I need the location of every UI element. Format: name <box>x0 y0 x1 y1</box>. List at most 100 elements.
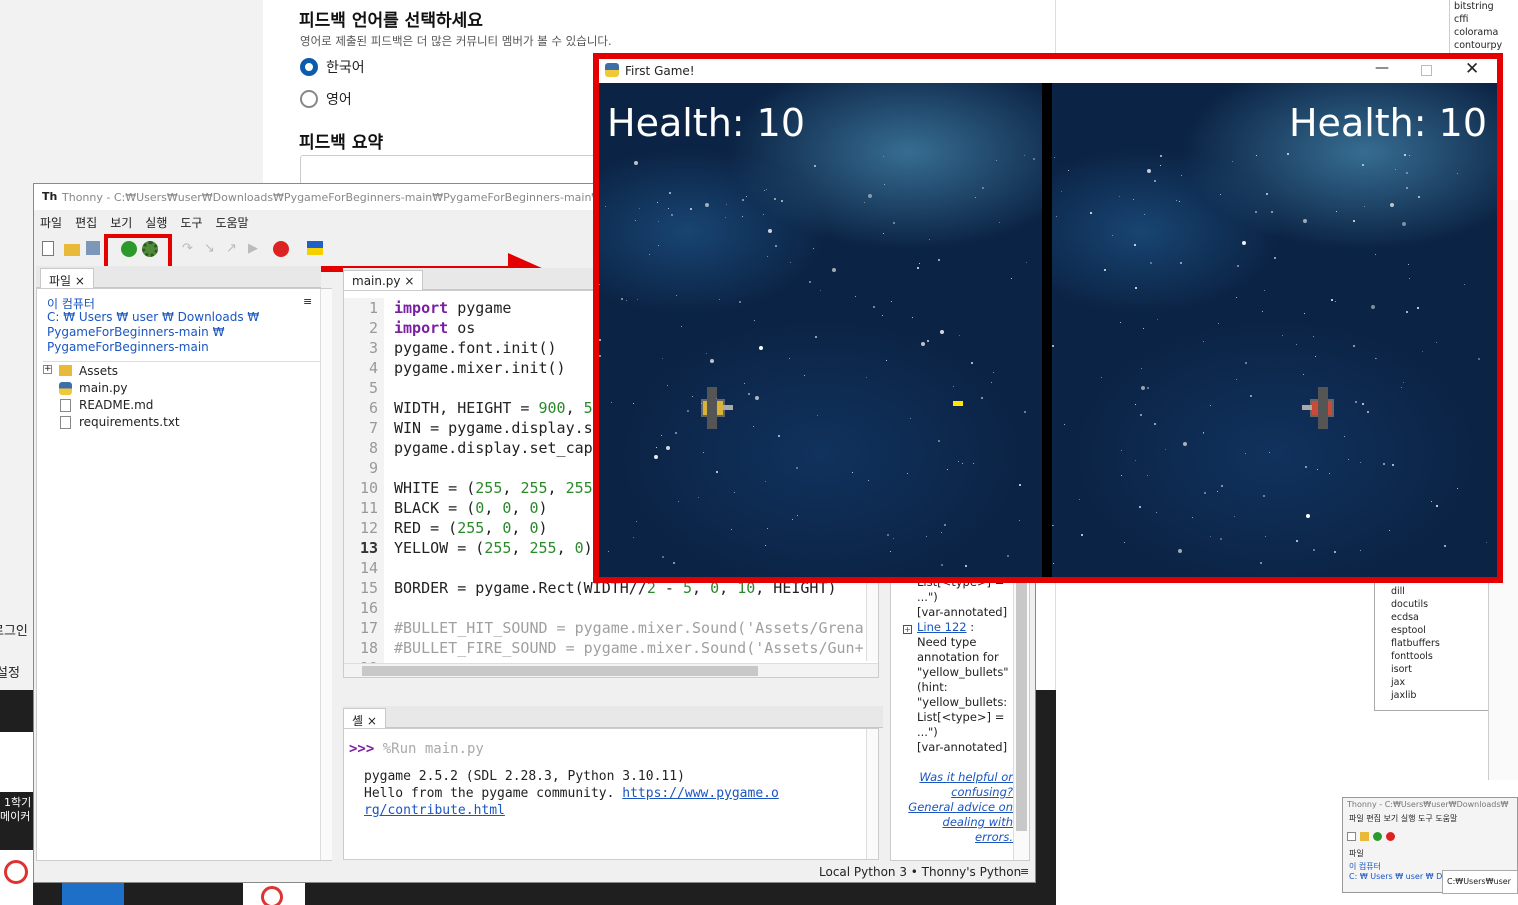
star <box>1303 219 1307 223</box>
star <box>1376 358 1377 359</box>
sidebar-settings[interactable]: 설정 <box>0 662 20 681</box>
general-advice-link[interactable]: General advice on dealing with errors. <box>908 800 1013 845</box>
pdf-icon-2[interactable] <box>243 882 305 905</box>
status-menu-icon[interactable]: ≡ <box>1020 865 1029 878</box>
package-item[interactable]: fonttools <box>1391 650 1500 663</box>
editor-tab-main[interactable]: main.py × <box>343 270 424 291</box>
star <box>633 403 634 404</box>
pygame-contribute-link-cont[interactable]: rg/contribute.html <box>364 803 505 818</box>
radio-korean[interactable]: 한국어 <box>300 57 365 77</box>
package-item[interactable]: jaxlib <box>1391 689 1500 702</box>
step-into-icon[interactable]: ↘ <box>204 241 220 257</box>
star <box>938 440 940 442</box>
package-item[interactable]: docutils <box>1391 598 1500 611</box>
star <box>621 298 623 300</box>
package-item[interactable]: flatbuffers <box>1391 637 1500 650</box>
file-item-main[interactable]: main.py <box>79 381 128 395</box>
advice-link-text: dealing with <box>942 815 1013 829</box>
package-item[interactable]: contourpy <box>1454 39 1518 52</box>
star <box>1296 344 1297 345</box>
expand-icon[interactable]: + <box>903 625 912 634</box>
game-titlebar[interactable]: First Game! — ✕ <box>599 59 1497 83</box>
path-drive-link[interactable]: C: ₩ Users ₩ user ₩ Downloads ₩ <box>47 310 259 324</box>
interpreter-status[interactable]: Local Python 3 • Thonny's Python <box>819 865 1021 879</box>
sidebar-login[interactable]: 로그인 <box>0 620 28 639</box>
file-item-assets[interactable]: Assets <box>79 364 118 378</box>
shell-scrollbar[interactable] <box>866 729 878 859</box>
file-item-requirements[interactable]: requirements.txt <box>79 415 180 429</box>
files-menu-icon[interactable]: ≡ <box>303 295 312 308</box>
step-out-icon[interactable]: ↗ <box>226 241 242 257</box>
star <box>893 538 894 539</box>
new-file-icon[interactable] <box>1347 831 1356 841</box>
shell-pane[interactable]: >>> %Run main.py pygame 2.5.2 (SDL 2.28.… <box>343 728 879 860</box>
shell-tab-header: 셸 × <box>343 706 883 732</box>
open-file-icon[interactable] <box>64 244 80 256</box>
star <box>703 452 704 453</box>
star <box>1220 538 1222 540</box>
scrollbar-thumb[interactable] <box>1016 581 1027 831</box>
menu-view[interactable]: 보기 <box>110 214 132 231</box>
mini-thonny-tab[interactable]: 파일 <box>1343 846 1517 861</box>
expand-icon[interactable]: + <box>43 365 52 374</box>
star <box>1409 155 1410 156</box>
files-scrollbar[interactable] <box>320 289 332 860</box>
path-folder-link-1[interactable]: PygameForBeginners-main ₩ <box>47 325 224 339</box>
star <box>1024 155 1025 156</box>
open-file-icon[interactable] <box>1360 831 1369 841</box>
package-item[interactable]: bitstring <box>1454 0 1518 13</box>
menu-help[interactable]: 도움말 <box>215 214 248 231</box>
package-item[interactable]: isort <box>1391 663 1500 676</box>
star <box>1306 514 1310 518</box>
stop-icon[interactable] <box>273 241 289 257</box>
package-item[interactable]: cffi <box>1454 13 1518 26</box>
ukraine-flag-icon[interactable] <box>307 241 323 255</box>
pygame-contribute-link[interactable]: https://www.pygame.o <box>622 786 779 801</box>
star <box>605 206 606 207</box>
line-number: 5 <box>368 379 378 397</box>
package-item[interactable]: jax <box>1391 676 1500 689</box>
menu-edit[interactable]: 편집 <box>75 214 97 231</box>
menu-run[interactable]: 실행 <box>145 214 167 231</box>
scrollbar-thumb[interactable] <box>362 666 758 676</box>
resume-icon[interactable]: ▶ <box>248 241 264 257</box>
package-item[interactable]: ecdsa <box>1391 611 1500 624</box>
line-122-link[interactable]: Line 122 <box>917 620 967 634</box>
menu-tools[interactable]: 도구 <box>180 214 202 231</box>
star <box>767 256 768 257</box>
maximize-icon[interactable] <box>1421 65 1432 76</box>
stop-icon[interactable] <box>1386 831 1395 841</box>
minimize-icon[interactable]: — <box>1375 60 1389 76</box>
radio-english[interactable]: 영어 <box>300 89 352 109</box>
close-icon[interactable]: ✕ <box>1465 59 1479 79</box>
file-item-readme[interactable]: README.md <box>79 398 153 412</box>
package-item[interactable]: dill <box>1391 585 1500 598</box>
star <box>944 524 946 526</box>
pdf-icon-1[interactable] <box>0 850 33 905</box>
menu-file[interactable]: 파일 <box>40 214 62 231</box>
helpful-link[interactable]: Was it helpful or confusing? <box>919 770 1013 800</box>
app-icon[interactable] <box>62 882 124 905</box>
save-icon[interactable] <box>86 241 100 255</box>
assistant-scrollbar[interactable] <box>1013 575 1029 860</box>
mini-thonny-menu[interactable]: 파일 편집 보기 실행 도구 도움말 <box>1343 811 1517 826</box>
path-folder-link-2[interactable]: PygameForBeginners-main <box>47 340 209 354</box>
package-item[interactable]: esptool <box>1391 624 1500 637</box>
star <box>1418 196 1420 198</box>
star <box>671 214 673 216</box>
star <box>1121 475 1122 476</box>
step-over-icon[interactable]: ↷ <box>182 241 198 257</box>
star <box>1139 506 1141 508</box>
star <box>739 301 741 303</box>
star <box>1406 187 1408 189</box>
feedback-summary-input[interactable] <box>300 155 600 185</box>
first-game-window[interactable]: First Game! — ✕ Health: 10 Health: 10 <box>593 53 1503 583</box>
star <box>965 565 967 567</box>
star <box>1081 534 1083 536</box>
taskbar-thonny-item[interactable]: C:₩Users₩user <box>1442 870 1518 894</box>
run-icon[interactable] <box>1373 831 1382 841</box>
new-file-icon[interactable] <box>42 241 54 256</box>
package-item[interactable]: colorama <box>1454 26 1518 39</box>
assistant-text: annotation for <box>917 650 999 664</box>
editor-horizontal-scrollbar[interactable] <box>344 663 878 677</box>
